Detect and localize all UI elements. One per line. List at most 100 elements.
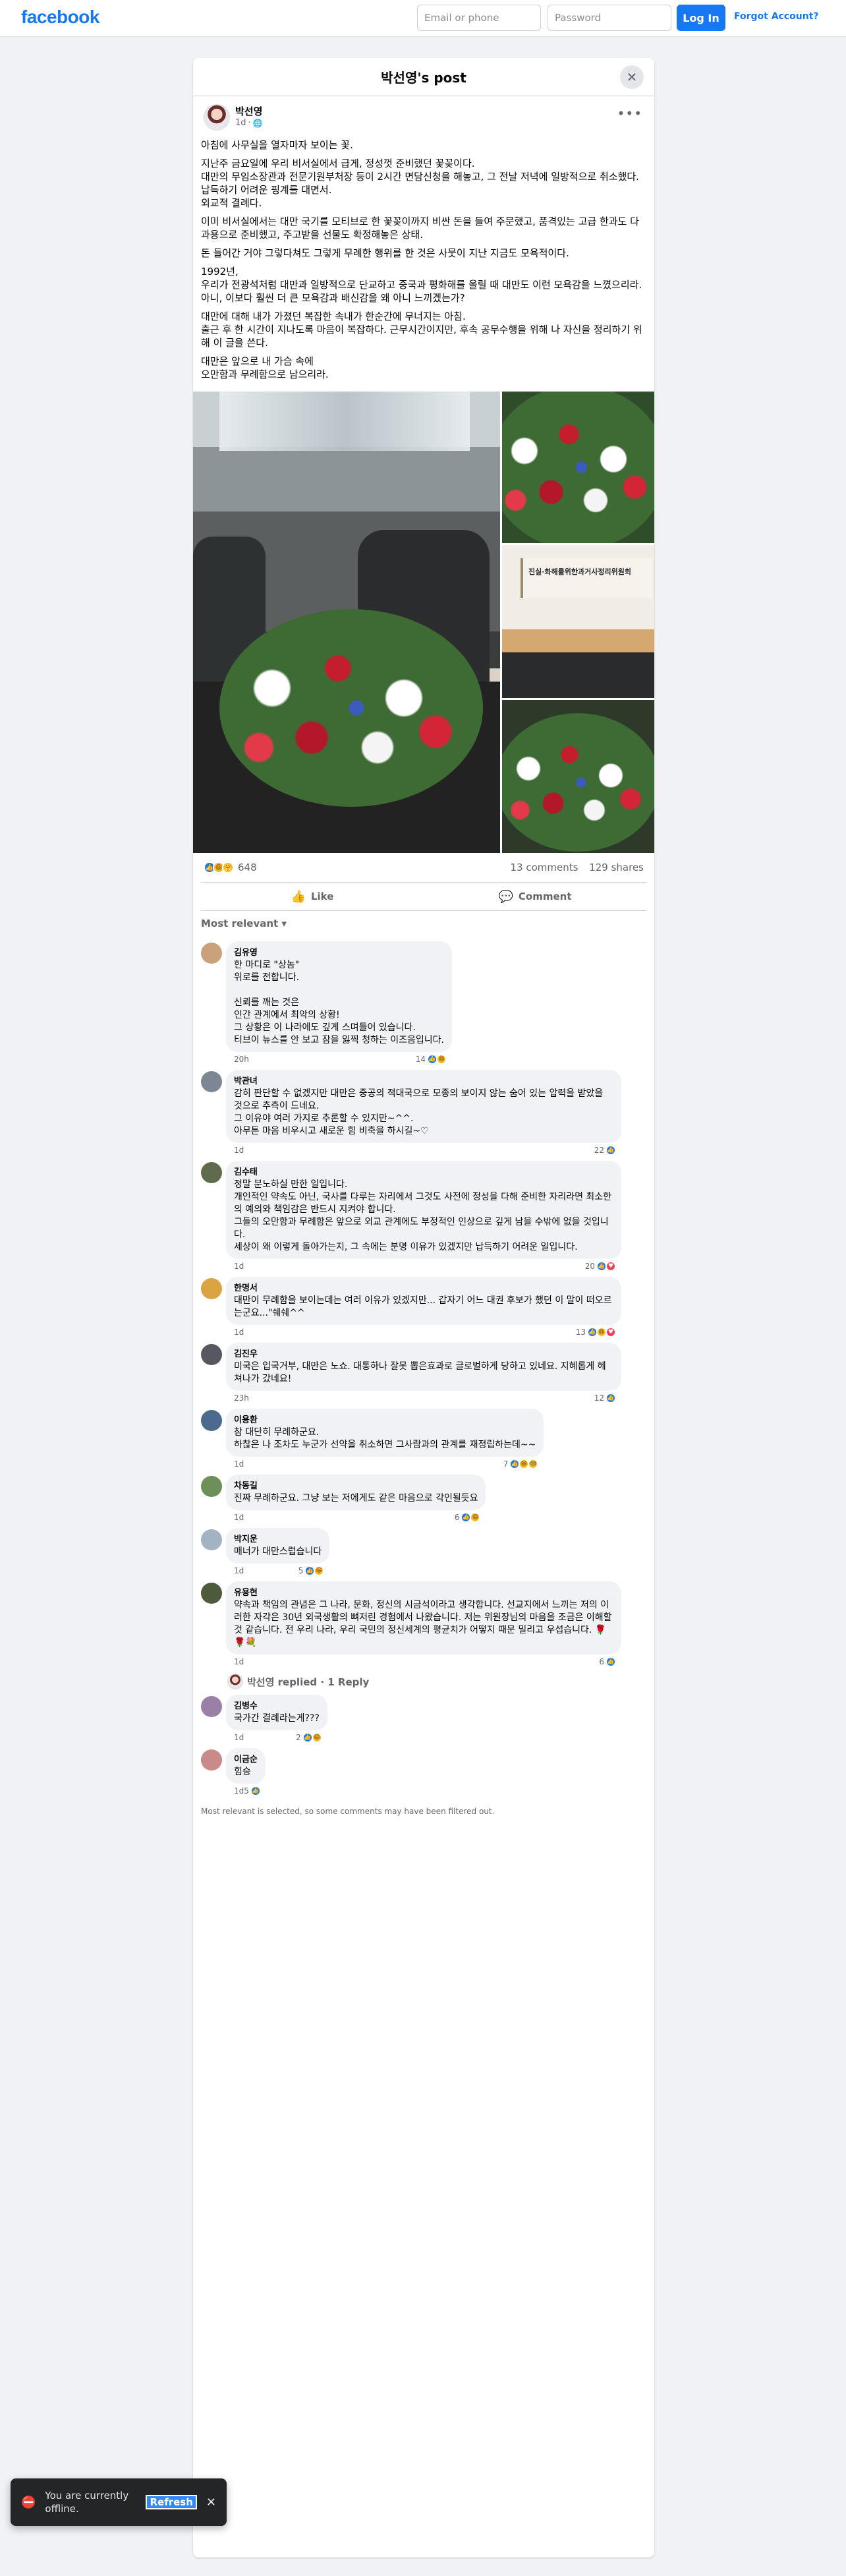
comment-reactions[interactable]: 20 👍 ♥ bbox=[585, 1261, 616, 1272]
comment-bubble: 이금순 힘승 bbox=[226, 1748, 266, 1784]
post-timestamp: 1d · 🌐 bbox=[235, 118, 263, 128]
comment-reactions[interactable]: 5 👍 bbox=[244, 1786, 261, 1796]
like-reaction-icon: 👍 bbox=[250, 1786, 261, 1796]
toast-message: You are currently offline. bbox=[45, 2490, 129, 2515]
author-avatar[interactable] bbox=[204, 104, 230, 131]
offline-toast: ⛔ You are currently offline. Refresh ✕ bbox=[11, 2478, 227, 2526]
love-reaction-icon: ♥ bbox=[606, 1261, 616, 1272]
haha-reaction-icon: 😆 bbox=[436, 1054, 447, 1065]
comment-time[interactable]: 1d bbox=[234, 1328, 244, 1337]
comment-button[interactable]: 💬 Comment bbox=[424, 883, 646, 910]
commenter-name[interactable]: 유용현 bbox=[234, 1587, 613, 1599]
post-paragraph: 1992년, 우리가 전광석처럼 대만과 일방적으로 단교하고 중국과 평화해를… bbox=[201, 266, 642, 304]
commenter-avatar[interactable] bbox=[201, 1162, 222, 1183]
post-paragraph: 이미 비서실에서는 대만 국기를 모티브로 한 꽃꽂이까지 비싼 돈을 들여 주… bbox=[201, 216, 639, 241]
comment-reactions[interactable]: 22 👍 bbox=[594, 1145, 616, 1156]
comment-reactions[interactable]: 14 👍 😆 bbox=[416, 1054, 447, 1065]
sort-dropdown[interactable]: Most relevant ▾ bbox=[193, 911, 654, 936]
commenter-name[interactable]: 한명서 bbox=[234, 1282, 613, 1295]
post-dialog: 박선영's post ✕ 박선영 1d · 🌐 ••• 아침에 사무실을 열자마… bbox=[193, 58, 654, 2558]
like-reaction-icon: 👍 bbox=[606, 1656, 616, 1667]
commenter-avatar[interactable] bbox=[201, 1749, 222, 1771]
author-name[interactable]: 박선영 bbox=[235, 104, 263, 118]
comment-time[interactable]: 1d bbox=[234, 1733, 244, 1742]
commenter-avatar[interactable] bbox=[201, 1529, 222, 1550]
close-icon[interactable]: ✕ bbox=[620, 65, 644, 89]
commenter-avatar[interactable] bbox=[201, 1583, 222, 1604]
reaction-summary[interactable]: 👍 😆 🤗 648 bbox=[204, 862, 257, 873]
photo-flowers-bouquet[interactable] bbox=[502, 700, 654, 853]
sort-label: Most relevant bbox=[201, 918, 279, 929]
comment-time[interactable]: 20h bbox=[234, 1055, 249, 1064]
comment-time[interactable]: 1d bbox=[234, 1262, 244, 1271]
commenter-name[interactable]: 차동길 bbox=[234, 1480, 478, 1492]
commenter-name[interactable]: 김병수 bbox=[234, 1700, 320, 1712]
comment-bubble: 김병수 국가간 결례라는게??? bbox=[226, 1695, 327, 1730]
commenter-avatar[interactable] bbox=[201, 1278, 222, 1299]
comment-reactions[interactable]: 12 👍 bbox=[594, 1393, 616, 1403]
refresh-button[interactable]: Refresh bbox=[146, 2495, 197, 2509]
comment-text: 힘승 bbox=[234, 1767, 251, 1777]
comment-text: 진짜 무례하군요. 그냥 보는 저에게도 같은 마음으로 각인될듯요 bbox=[234, 1493, 478, 1504]
commenter-name[interactable]: 이금순 bbox=[234, 1753, 258, 1766]
commenter-avatar[interactable] bbox=[201, 1476, 222, 1497]
facebook-logo[interactable]: facebook bbox=[21, 7, 99, 28]
post-paragraph: 돈 들어간 거야 그렇다쳐도 그렇게 무례한 행위를 한 것은 사뭇이 지난 지… bbox=[201, 247, 569, 259]
comment-time[interactable]: 1d bbox=[234, 1459, 244, 1469]
comment-reactions[interactable]: 2 👍 😆 bbox=[296, 1732, 322, 1743]
comment-reactions[interactable]: 6 👍 bbox=[599, 1656, 616, 1667]
comment-time[interactable]: 1d bbox=[234, 1513, 244, 1522]
offline-icon: ⛔ bbox=[21, 2495, 36, 2509]
comment-reactions[interactable]: 6 👍 😆 bbox=[455, 1512, 481, 1523]
like-label: Like bbox=[310, 891, 334, 902]
more-options-icon[interactable]: ••• bbox=[617, 105, 642, 121]
photo-flowers-closeup[interactable] bbox=[502, 392, 654, 543]
thumbs-up-icon: 👍 bbox=[291, 889, 306, 904]
commenter-name[interactable]: 박관녀 bbox=[234, 1075, 613, 1088]
commenter-name[interactable]: 이용환 bbox=[234, 1414, 536, 1426]
comment-time[interactable]: 1d bbox=[234, 1566, 244, 1575]
comment-bubble: 이용환 참 대단히 무례하군요. 하찮은 나 조차도 누군가 선약을 취소하면 … bbox=[226, 1409, 544, 1457]
comment-bubble: 박관녀 감히 판단할 수 없겠지만 대만은 중공의 적대국으로 모종의 보이지 … bbox=[226, 1070, 621, 1143]
commenter-name[interactable]: 김진우 bbox=[234, 1348, 613, 1361]
comment-time[interactable]: 1d bbox=[234, 1786, 244, 1796]
comment-time[interactable]: 23h bbox=[234, 1393, 249, 1403]
comment-reactions[interactable]: 7 👍 😆 😢 bbox=[503, 1459, 539, 1469]
commenter-avatar[interactable] bbox=[201, 1696, 222, 1717]
forgot-account-link[interactable]: Forgot Account? bbox=[734, 11, 819, 22]
photo-grid: 진실·화해를위한과거사정리위원회 bbox=[193, 392, 654, 853]
dialog-title: 박선영's post bbox=[381, 70, 466, 86]
commenter-avatar[interactable] bbox=[201, 1344, 222, 1365]
commenter-avatar[interactable] bbox=[201, 1410, 222, 1431]
commenter-name[interactable]: 김수태 bbox=[234, 1166, 613, 1179]
like-button[interactable]: 👍 Like bbox=[201, 883, 424, 910]
comment-item: 이용환 참 대단히 무례하군요. 하찮은 나 조차도 누군가 선약을 취소하면 … bbox=[193, 1409, 654, 1469]
comments-count[interactable]: 13 comments bbox=[510, 862, 578, 873]
comment-reactions[interactable]: 13 👍 😆 ♥ bbox=[576, 1327, 616, 1337]
comment-text: 약속과 책임의 관념은 그 나라, 문화, 정신의 시금석이라고 생각합니다. … bbox=[234, 1600, 612, 1648]
comment-reactions[interactable]: 5 👍 😆 bbox=[298, 1566, 325, 1576]
shares-count[interactable]: 129 shares bbox=[589, 862, 644, 873]
comment-label: Comment bbox=[518, 891, 572, 902]
commenter-avatar[interactable] bbox=[201, 943, 222, 964]
top-navigation-bar: facebook Log In Forgot Account? bbox=[0, 0, 846, 37]
login-button[interactable]: Log In bbox=[677, 5, 725, 31]
commenter-avatar[interactable] bbox=[201, 1071, 222, 1092]
comment-time[interactable]: 1d bbox=[234, 1146, 244, 1155]
photo-commission-sign[interactable]: 진실·화해를위한과거사정리위원회 bbox=[502, 545, 654, 698]
post-time[interactable]: 1d bbox=[235, 118, 246, 128]
speech-bubble-icon: 💬 bbox=[498, 889, 513, 904]
comment-item: 김수태 정말 분노하실 만한 일입니다. 개인적인 약속도 아닌, 국사를 다루… bbox=[193, 1161, 654, 1272]
comment-time[interactable]: 1d bbox=[234, 1657, 244, 1666]
comment-bubble: 김수태 정말 분노하실 만한 일입니다. 개인적인 약속도 아닌, 국사를 다루… bbox=[226, 1161, 621, 1259]
email-field[interactable] bbox=[417, 5, 541, 31]
commenter-name[interactable]: 김유영 bbox=[234, 947, 444, 959]
view-replies-link[interactable]: 박선영 replied · 1 Reply bbox=[227, 1674, 654, 1689]
photo-office-flowers[interactable] bbox=[193, 392, 500, 853]
password-field[interactable] bbox=[548, 5, 671, 31]
commenter-name[interactable]: 박지운 bbox=[234, 1533, 322, 1546]
comment-bubble: 유용현 약속과 책임의 관념은 그 나라, 문화, 정신의 시금석이라고 생각합… bbox=[226, 1581, 621, 1654]
close-icon[interactable]: ✕ bbox=[206, 2496, 216, 2509]
like-reaction-icon: 👍 bbox=[606, 1393, 616, 1403]
comment-text: 매너가 대만스럽습니다 bbox=[234, 1546, 322, 1557]
